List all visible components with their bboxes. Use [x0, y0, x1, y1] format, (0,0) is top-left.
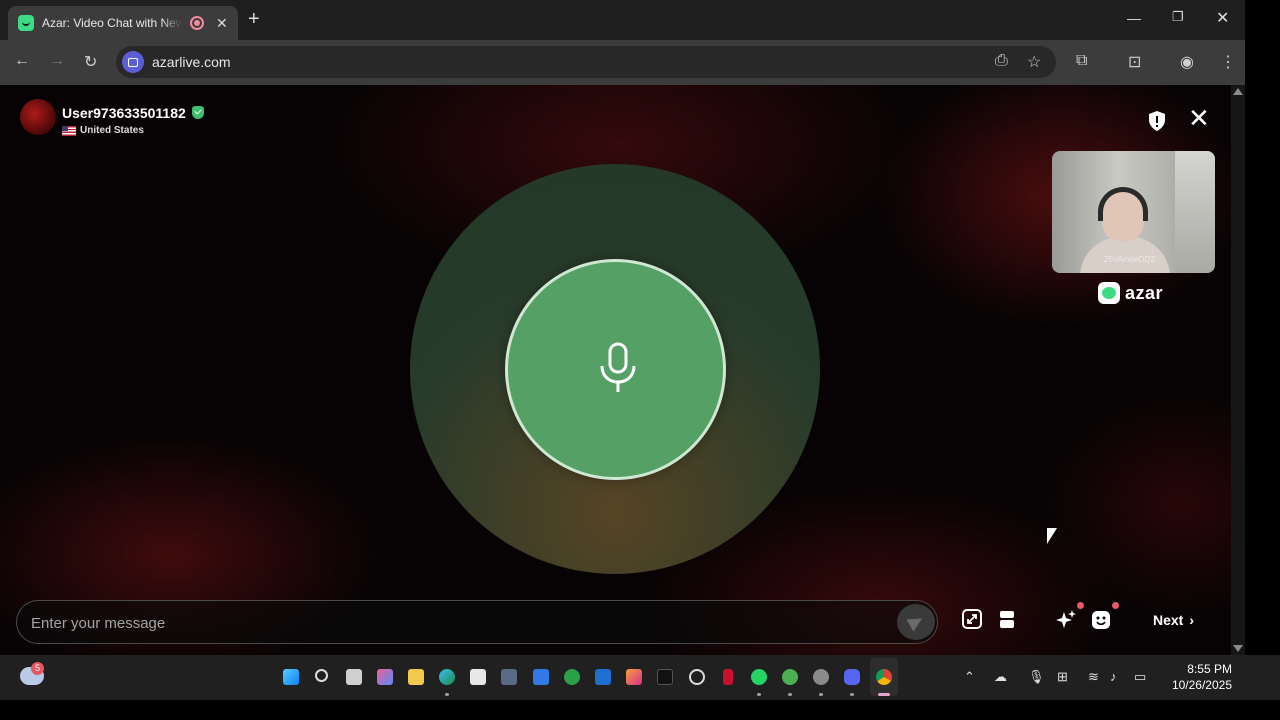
self-camera-preview: 25VAmdeDQZ: [1052, 151, 1215, 273]
tiktok-icon[interactable]: [657, 669, 673, 685]
ai-notification-dot: [1077, 602, 1084, 609]
next-label: Next: [1153, 612, 1184, 628]
chatgpt-icon[interactable]: [689, 669, 705, 685]
reload-icon[interactable]: ↻: [84, 52, 97, 72]
tab-azar[interactable]: Azar: Video Chat with New Friends ✕: [8, 6, 238, 40]
browser-toolbar: ← → ↻ azarlive.com ⎙ ☆ ⧉ ⊡ ◉ ⋮: [0, 40, 1245, 85]
running-indicator: [819, 693, 823, 696]
azar-logo-text: azar: [1125, 282, 1164, 303]
file-explorer-icon[interactable]: [408, 669, 424, 685]
camera-watermark: 25VAmdeDQZ: [1104, 255, 1156, 264]
ai-sparkle-icon[interactable]: [1055, 609, 1077, 631]
tray-microphone-icon[interactable]: 🎙: [1028, 669, 1045, 685]
extensions-icon[interactable]: ⧉: [1076, 52, 1087, 70]
tray-display-icon[interactable]: ⊞: [1057, 669, 1068, 685]
xbox-icon[interactable]: [564, 669, 580, 685]
partner-avatar[interactable]: [20, 99, 56, 135]
clock-date: 10/26/2025: [1171, 678, 1232, 692]
running-indicator: [445, 693, 449, 696]
verified-badge-icon: [192, 106, 204, 119]
volume-icon[interactable]: ♪: [1110, 669, 1117, 684]
us-flag-icon: [62, 125, 76, 136]
site-camera-icon[interactable]: [122, 51, 144, 73]
tray-chevron-up-icon[interactable]: ⌃: [964, 669, 975, 685]
wifi-icon[interactable]: ≋: [1088, 669, 1099, 685]
netflix-icon[interactable]: [723, 669, 733, 685]
mouse-cursor-icon: [1047, 528, 1057, 544]
voice-mic-circle: [505, 259, 726, 480]
running-indicator: [850, 693, 854, 696]
minimize-icon[interactable]: —: [1127, 10, 1141, 26]
layout-toggle-icon[interactable]: [1000, 611, 1014, 628]
chat-page: User973633501182 United States ✕ 25VAmde…: [0, 85, 1231, 655]
azar-favicon-icon: [18, 15, 34, 31]
chrome-icon[interactable]: [876, 669, 892, 685]
windows-start-icon[interactable]: [283, 669, 299, 685]
edge-browser-icon[interactable]: [439, 669, 455, 685]
azar-logo-icon: [1098, 282, 1120, 304]
profile-icon[interactable]: ◉: [1180, 52, 1194, 72]
report-shield-icon[interactable]: [1147, 110, 1167, 132]
app-green-icon[interactable]: [782, 669, 798, 685]
discord-icon[interactable]: [844, 669, 860, 685]
app-gray-icon[interactable]: [813, 669, 829, 685]
outlook-icon[interactable]: [595, 669, 611, 685]
whatsapp-icon[interactable]: [751, 669, 767, 685]
background-door: [1175, 151, 1215, 273]
screen: Azar: Video Chat with New Friends ✕ + — …: [0, 0, 1280, 720]
battery-icon[interactable]: ▭: [1134, 669, 1146, 685]
screen-edge: [1245, 0, 1280, 655]
message-input[interactable]: [31, 611, 881, 635]
instagram-icon[interactable]: [626, 669, 642, 685]
new-tab-button[interactable]: +: [248, 9, 260, 29]
partner-username: User973633501182: [62, 105, 186, 121]
address-bar[interactable]: azarlive.com: [116, 46, 1056, 78]
clock-time: 8:55 PM: [1187, 662, 1232, 676]
tab-title: Azar: Video Chat with New Friends: [42, 16, 182, 30]
back-icon[interactable]: ←: [14, 52, 30, 70]
sticker-icon[interactable]: [1092, 611, 1110, 629]
send-icon[interactable]: [897, 604, 935, 640]
task-view-icon[interactable]: [346, 669, 362, 685]
windows-taskbar: 5 ⌃ ☁ 🎙 ⊞ ≋ ♪ ▭ 8:55 PM 10/26/2025: [0, 655, 1280, 700]
bookmark-star-icon[interactable]: ☆: [1027, 52, 1041, 72]
active-app-indicator: [878, 693, 890, 696]
scroll-up-arrow-icon[interactable]: [1233, 88, 1243, 95]
partner-country: United States: [80, 125, 144, 136]
app-cube-icon[interactable]: [501, 669, 517, 685]
url-text: azarlive.com: [152, 54, 231, 70]
weather-badge: 5: [31, 662, 44, 675]
browser-window: Azar: Video Chat with New Friends ✕ + — …: [0, 0, 1245, 655]
scroll-down-arrow-icon[interactable]: [1233, 645, 1243, 652]
partner-location: United States: [62, 125, 144, 136]
message-box: [16, 600, 938, 644]
running-indicator: [757, 693, 761, 696]
page-scrollbar[interactable]: [1231, 85, 1245, 655]
close-chat-icon[interactable]: ✕: [1188, 105, 1210, 131]
tab-close-icon[interactable]: ✕: [216, 15, 228, 32]
headset-icon: [1098, 187, 1148, 221]
menu-kebab-icon[interactable]: ⋮: [1220, 52, 1236, 72]
screen-bottom-edge: [0, 700, 1280, 720]
azar-logo: azar: [1098, 282, 1163, 304]
expand-icon[interactable]: [962, 609, 982, 629]
app-vscode-icon[interactable]: [533, 669, 549, 685]
install-app-icon[interactable]: ⎙: [995, 52, 1008, 70]
recording-indicator-icon: [190, 16, 204, 30]
window-close-icon[interactable]: ✕: [1216, 8, 1229, 28]
restore-icon[interactable]: ❐: [1172, 9, 1184, 25]
search-icon[interactable]: [315, 669, 328, 682]
running-indicator: [788, 693, 792, 696]
system-clock[interactable]: 8:55 PM 10/26/2025: [1162, 661, 1232, 693]
next-button[interactable]: Next ›: [1153, 612, 1194, 628]
sticker-notification-dot: [1112, 602, 1119, 609]
forward-icon[interactable]: →: [49, 52, 65, 70]
tab-search-icon[interactable]: ⊡: [1128, 52, 1141, 72]
chevron-right-icon: ›: [1189, 612, 1195, 628]
tab-strip: Azar: Video Chat with New Friends ✕ + — …: [0, 0, 1245, 40]
copilot-icon[interactable]: [377, 669, 393, 685]
store-icon[interactable]: [470, 669, 486, 685]
microphone-icon: [600, 342, 636, 392]
onedrive-icon[interactable]: ☁: [994, 669, 1007, 685]
